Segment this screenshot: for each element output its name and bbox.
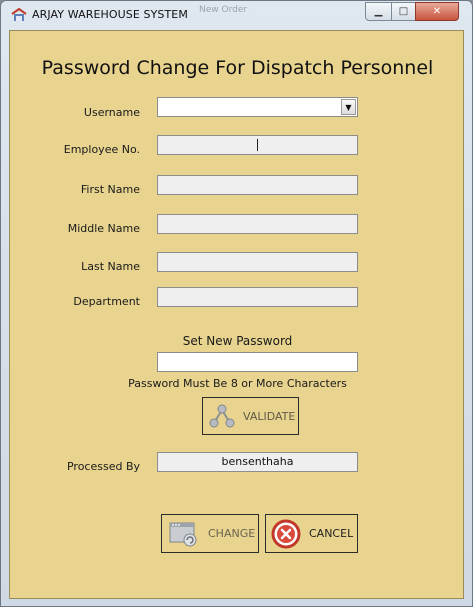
department-field[interactable] [157, 287, 358, 307]
first-name-label: First Name [80, 183, 140, 196]
network-validate-icon [209, 403, 235, 429]
set-new-password-title: Set New Password [182, 334, 293, 348]
username-select[interactable]: ▼ [157, 97, 358, 117]
window-refresh-icon [168, 520, 200, 548]
change-button[interactable]: CHANGE [161, 514, 259, 553]
form-panel: Password Change For Dispatch Personnel U… [9, 30, 464, 599]
last-name-field[interactable] [157, 252, 358, 272]
warehouse-icon [11, 7, 27, 21]
text-cursor [257, 139, 258, 151]
username-label: Username [83, 106, 140, 119]
processed-by-label: Processed By [66, 460, 140, 473]
cancel-icon [271, 519, 301, 549]
window-title: ARJAY WAREHOUSE SYSTEM [32, 8, 188, 21]
new-password-input[interactable] [157, 352, 358, 372]
middle-name-label: Middle Name [67, 222, 140, 235]
middle-name-field[interactable] [157, 214, 358, 234]
employee-no-label: Employee No. [63, 143, 140, 156]
minimize-button[interactable]: ▁ [365, 2, 392, 21]
password-hint: Password Must Be 8 or More Characters [128, 377, 347, 390]
first-name-field[interactable] [157, 175, 358, 195]
cancel-button[interactable]: CANCEL [265, 514, 358, 553]
close-button[interactable]: ✕ [415, 2, 459, 21]
validate-button[interactable]: VALIDATE [202, 397, 299, 435]
title-bar[interactable]: ARJAY WAREHOUSE SYSTEM New Order ▁ □ ✕ [1, 1, 472, 29]
change-label: CHANGE [208, 527, 256, 540]
processed-by-field: bensenthaha [157, 452, 358, 472]
maximize-button[interactable]: □ [391, 2, 416, 21]
form-heading: Password Change For Dispatch Personnel [41, 57, 434, 79]
chevron-down-icon[interactable]: ▼ [341, 99, 356, 115]
app-window: ARJAY WAREHOUSE SYSTEM New Order ▁ □ ✕ P… [0, 0, 473, 607]
last-name-label: Last Name [81, 260, 140, 273]
cancel-label: CANCEL [309, 527, 354, 540]
background-window-tab: New Order [199, 5, 248, 15]
employee-no-field[interactable] [157, 135, 358, 155]
department-label: Department [73, 295, 140, 308]
validate-label: VALIDATE [243, 409, 296, 423]
